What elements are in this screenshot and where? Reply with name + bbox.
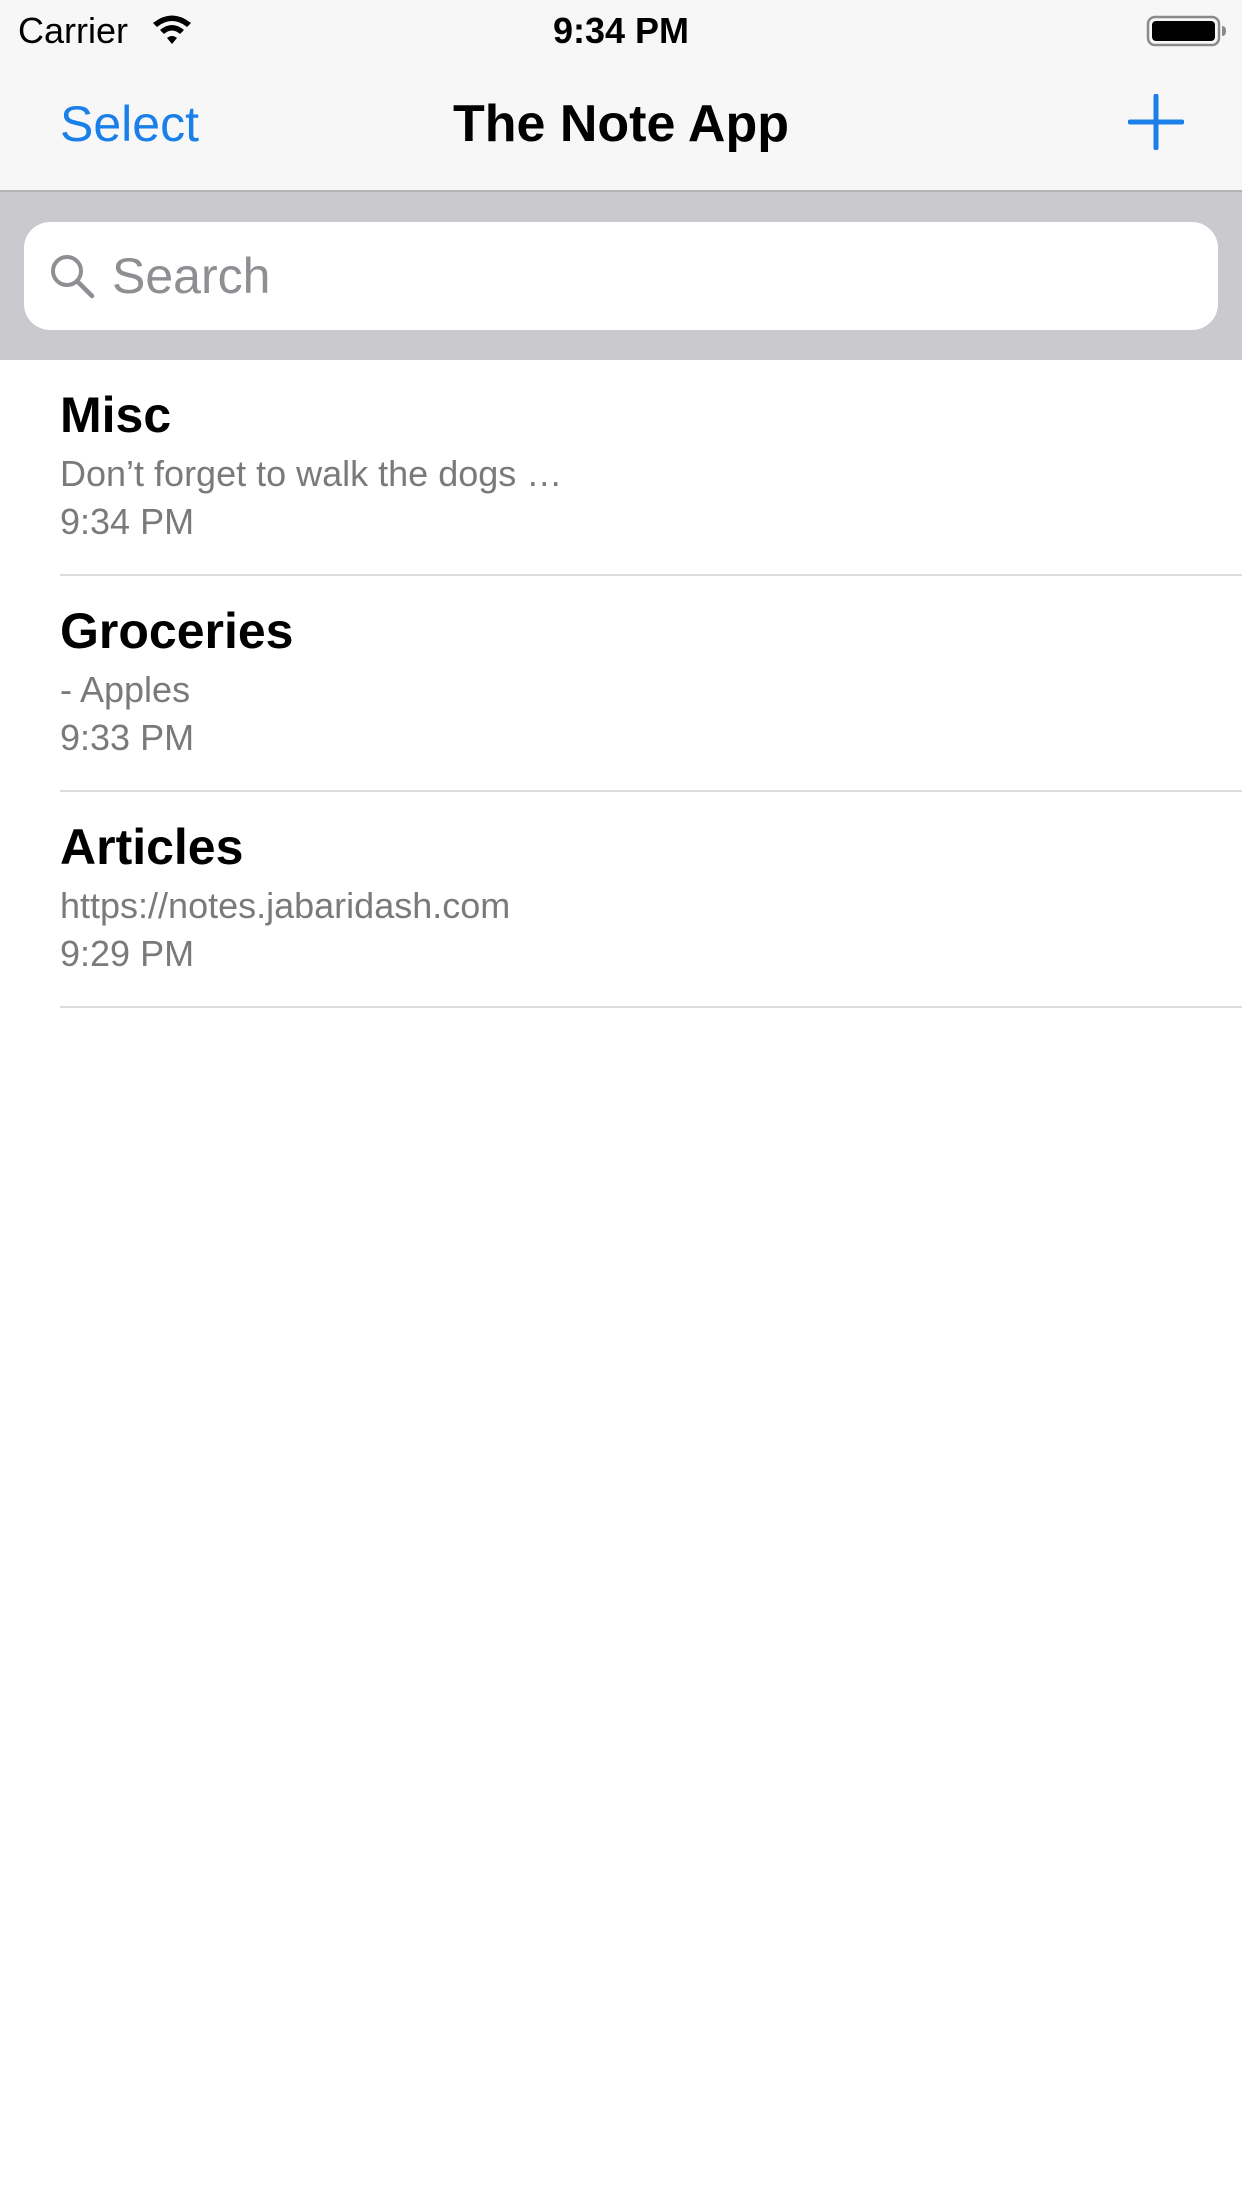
note-row[interactable]: Misc Don’t forget to walk the dogs … 9:3… <box>0 360 1242 576</box>
note-title: Groceries <box>60 603 294 659</box>
search-icon <box>51 255 95 299</box>
search-input[interactable] <box>112 236 1192 316</box>
note-timestamp: 9:34 PM <box>60 501 195 542</box>
plus-icon[interactable] <box>1128 94 1184 150</box>
note-title: Misc <box>60 387 172 443</box>
note-preview: https://notes.jabaridash.com <box>60 885 511 926</box>
note-timestamp: 9:33 PM <box>60 717 195 758</box>
note-row[interactable]: Groceries - Apples 9:33 PM <box>0 576 1242 792</box>
status-bar: Carrier 9:34 PM <box>0 0 1242 62</box>
top-bar: Carrier 9:34 PM Select The Note App <box>0 0 1242 192</box>
note-preview: Don’t forget to walk the dogs … <box>60 453 563 494</box>
note-title: Articles <box>60 819 244 875</box>
page-title: The Note App <box>452 95 790 153</box>
note-preview: - Apples <box>60 669 191 710</box>
search-field[interactable] <box>24 222 1218 330</box>
battery-icon <box>1146 15 1226 47</box>
note-row[interactable]: Articles https://notes.jabaridash.com 9:… <box>0 792 1242 1008</box>
status-time: 9:34 PM <box>552 10 690 51</box>
search-bar <box>0 192 1242 360</box>
note-timestamp: 9:29 PM <box>60 933 195 974</box>
navigation-bar: Select The Note App <box>0 62 1242 190</box>
note-list: Misc Don’t forget to walk the dogs … 9:3… <box>0 360 1242 1008</box>
